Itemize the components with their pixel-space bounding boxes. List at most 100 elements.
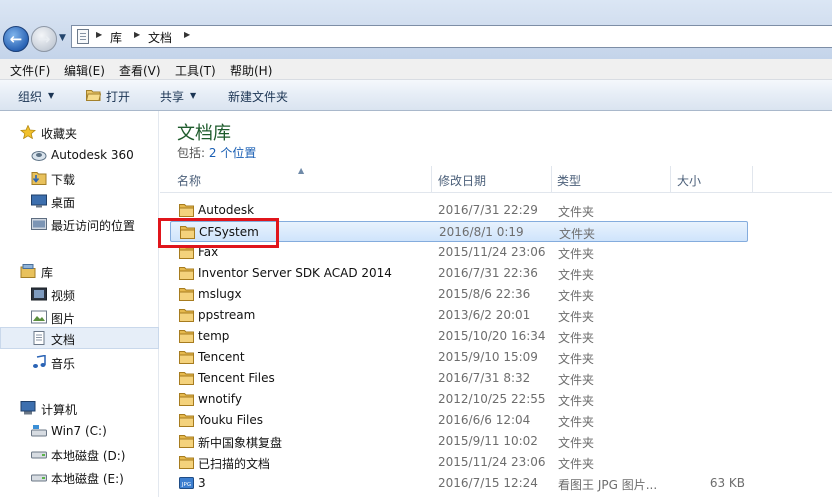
music-icon [33, 355, 46, 368]
new-folder-button[interactable]: 新建文件夹 [228, 88, 288, 105]
nav-item-label: Autodesk 360 [51, 148, 134, 162]
crumb-separator-icon[interactable]: ▶ [184, 30, 190, 39]
jpg-image-icon: JPG [179, 477, 194, 489]
nav-favorites[interactable]: 收藏夹 [0, 121, 159, 143]
menu-tools[interactable]: 工具(T) [175, 62, 216, 79]
column-divider[interactable] [752, 166, 753, 193]
recent-pages-dropdown-icon[interactable]: ▼ [59, 33, 66, 43]
file-row[interactable]: Tencent 2015/9/10 15:09 文件夹 [170, 347, 748, 368]
file-type: 文件夹 [558, 331, 595, 345]
nav-computer[interactable]: 计算机 [0, 397, 159, 419]
file-type: 文件夹 [558, 457, 595, 471]
library-title: 文档库 [177, 123, 231, 144]
file-row[interactable]: wnotify 2012/10/25 22:55 文件夹 [170, 389, 748, 410]
command-toolbar: 组织 ▼ 打开 共享 ▼ 新建文件夹 [0, 80, 832, 111]
file-type: 文件夹 [558, 289, 595, 303]
nav-libraries-label: 库 [41, 266, 54, 280]
crumb-separator-icon[interactable]: ▶ [96, 30, 102, 39]
folder-icon [179, 414, 194, 427]
nav-item-recent-places[interactable]: 最近访问的位置 [0, 213, 159, 235]
file-name: mslugx [198, 287, 242, 301]
nav-drive-e[interactable]: 本地磁盘 (E:) [0, 466, 159, 488]
file-date: 2016/7/31 8:32 [438, 371, 531, 385]
file-type: 文件夹 [558, 394, 595, 408]
navigation-pane: 收藏夹 Autodesk 360 下载 桌面 最近访问的位置 库 视频 图片 文… [0, 111, 159, 497]
system-drive-icon [31, 425, 47, 437]
cloud-icon [31, 151, 47, 161]
file-row[interactable]: ppstream 2013/6/2 20:01 文件夹 [170, 305, 748, 326]
file-type: 文件夹 [558, 436, 595, 450]
back-button[interactable]: ← [3, 26, 29, 52]
file-row[interactable]: Inventor Server SDK ACAD 2014 2016/7/31 2… [170, 263, 748, 284]
breadcrumb-library[interactable]: 库 [110, 29, 122, 46]
file-row[interactable]: mslugx 2015/8/6 22:36 文件夹 [170, 284, 748, 305]
chevron-down-icon: ▼ [190, 91, 197, 100]
nav-libraries[interactable]: 库 [0, 260, 159, 282]
crumb-separator-icon[interactable]: ▶ [134, 30, 140, 39]
folder-icon [179, 393, 194, 406]
nav-item-label: Win7 (C:) [51, 424, 107, 438]
menu-view[interactable]: 查看(V) [119, 62, 161, 79]
nav-item-desktop[interactable]: 桌面 [0, 190, 159, 212]
file-row[interactable]: Tencent Files 2016/7/31 8:32 文件夹 [170, 368, 748, 389]
video-icon [31, 287, 47, 301]
nav-favorites-label: 收藏夹 [41, 127, 78, 141]
folder-icon [179, 456, 194, 469]
folder-icon [179, 372, 194, 385]
pictures-icon [31, 310, 47, 324]
nav-item-music[interactable]: 音乐 [0, 351, 159, 373]
file-list-pane: 文档库 包括: 2 个位置 ▲ 名称 修改日期 类型 大小 Autodesk 20… [160, 111, 832, 497]
folder-icon [179, 330, 194, 343]
menu-bar: 文件(F) 编辑(E) 查看(V) 工具(T) 帮助(H) [0, 59, 832, 80]
menu-edit[interactable]: 编辑(E) [64, 62, 105, 79]
nav-item-label: 图片 [51, 312, 76, 326]
column-name[interactable]: 名称 [177, 172, 201, 189]
file-row[interactable]: Youku Files 2016/6/6 12:04 文件夹 [170, 410, 748, 431]
column-size[interactable]: 大小 [677, 172, 701, 189]
column-date-modified[interactable]: 修改日期 [438, 172, 486, 189]
file-name: 3 [198, 476, 206, 490]
folder-icon [179, 204, 194, 217]
nav-item-pictures[interactable]: 图片 [0, 306, 159, 328]
column-divider[interactable] [551, 166, 552, 193]
folder-icon [179, 309, 194, 322]
forward-button[interactable]: → [31, 26, 57, 52]
menu-file[interactable]: 文件(F) [10, 62, 50, 79]
open-button[interactable]: 打开 [106, 88, 130, 105]
file-row[interactable]: temp 2015/10/20 16:34 文件夹 [170, 326, 748, 347]
file-name: Youku Files [198, 413, 264, 427]
nav-item-label: 本地磁盘 (D:) [51, 449, 126, 463]
share-button[interactable]: 共享 [160, 88, 184, 105]
file-row[interactable]: JPG 3 2016/7/15 12:24 看图王 JPG 图片... 63 KB [170, 473, 748, 494]
nav-item-autodesk-360[interactable]: Autodesk 360 [0, 144, 159, 166]
nav-drive-d[interactable]: 本地磁盘 (D:) [0, 443, 159, 465]
file-type: 文件夹 [558, 205, 595, 219]
column-divider[interactable] [431, 166, 432, 193]
nav-item-downloads[interactable]: 下载 [0, 167, 159, 189]
nav-item-videos[interactable]: 视频 [0, 283, 159, 305]
locations-link[interactable]: 2 个位置 [209, 146, 256, 160]
file-name: temp [198, 329, 230, 343]
file-name: 已扫描的文档 [198, 457, 271, 471]
file-type: 文件夹 [558, 352, 595, 366]
address-input[interactable]: ▶ 库 ▶ 文档 ▶ [71, 25, 832, 48]
column-divider[interactable] [670, 166, 671, 193]
breadcrumb-documents[interactable]: 文档 [148, 29, 172, 46]
nav-item-label: 下载 [51, 173, 76, 187]
star-icon [20, 125, 36, 139]
file-date: 2013/6/2 20:01 [438, 308, 531, 322]
file-row[interactable]: 新中国象棋复盘 2015/9/11 10:02 文件夹 [170, 431, 748, 452]
desktop-icon [31, 194, 47, 208]
file-size: 63 KB [709, 476, 745, 490]
column-type[interactable]: 类型 [557, 172, 581, 189]
organize-button[interactable]: 组织 [18, 88, 42, 105]
file-date: 2016/7/31 22:36 [438, 266, 538, 280]
file-name: 新中国象棋复盘 [198, 436, 283, 450]
nav-item-documents[interactable]: 文档 [0, 327, 159, 349]
file-row[interactable]: 已扫描的文档 2015/11/24 23:06 文件夹 [170, 452, 748, 473]
file-date: 2015/10/20 16:34 [438, 329, 546, 343]
menu-help[interactable]: 帮助(H) [230, 62, 272, 79]
file-name: Tencent Files [198, 371, 275, 385]
file-date: 2016/8/1 0:19 [439, 225, 524, 239]
nav-drive-c[interactable]: Win7 (C:) [0, 420, 159, 442]
